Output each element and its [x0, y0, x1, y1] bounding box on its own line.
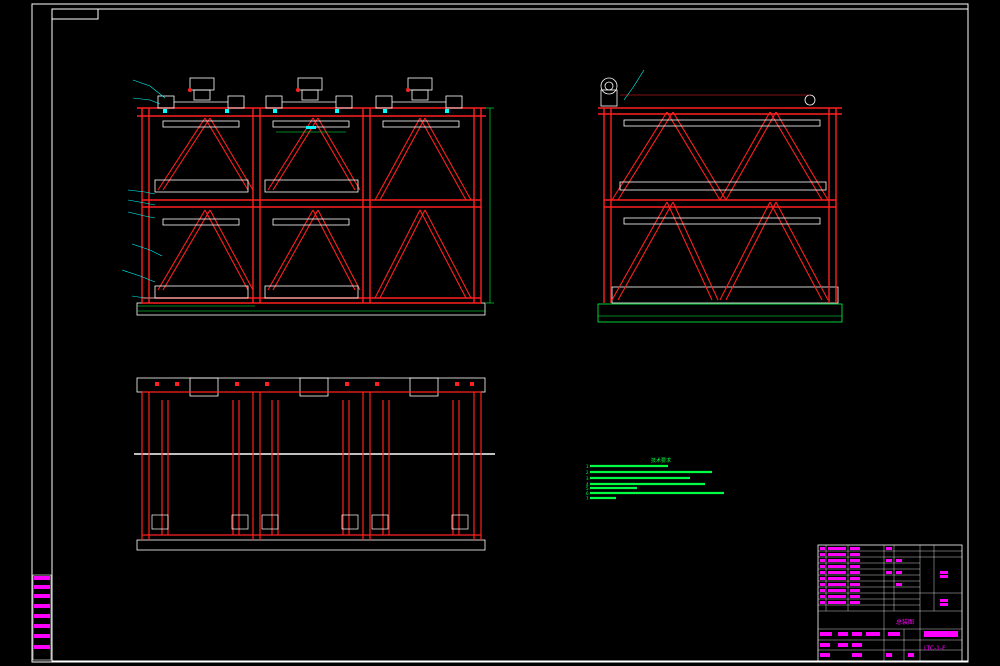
tech-note-1: 1. — [586, 464, 590, 469]
front-elevation — [121, 77, 494, 316]
drawing-number: LTC-1-F — [924, 645, 946, 652]
revision-strip — [32, 574, 52, 661]
drawing-name: 总装图 — [896, 618, 914, 626]
side-elevation — [597, 69, 843, 323]
title-block: 总装图 LTC-1-F — [817, 544, 963, 662]
tech-note-7: 7. — [586, 496, 590, 501]
tech-notes: 技术要求 1. 2. 3. 4. 5. 6. 7. — [586, 457, 724, 501]
tech-note-3: 3. — [586, 476, 590, 481]
tech-notes-title: 技术要求 — [651, 457, 671, 464]
tech-note-2: 2. — [586, 470, 590, 475]
sheet-border — [31, 3, 969, 663]
plan-view — [134, 377, 495, 551]
cad-drawing-canvas: 技术要求 1. 2. 3. 4. 5. 6. 7. 总装图 LTC-1-F — [31, 3, 969, 663]
